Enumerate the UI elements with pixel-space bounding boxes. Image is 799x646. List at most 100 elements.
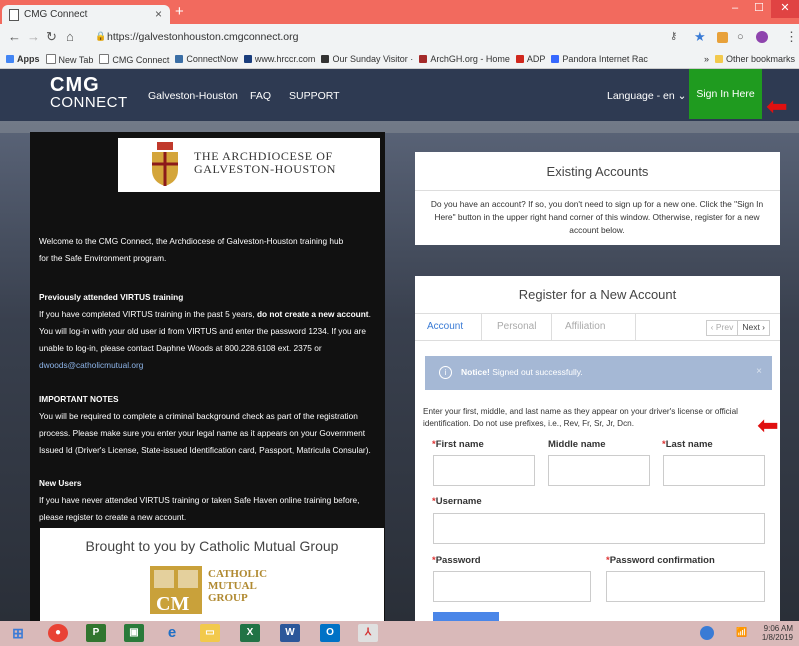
middle-name-input[interactable] bbox=[548, 455, 650, 486]
bookmark-connectnow[interactable]: ConnectNow bbox=[175, 54, 238, 64]
existing-accounts-card: Existing Accounts Do you have an account… bbox=[415, 152, 780, 245]
red-arrow-annotation: ⬅ bbox=[757, 410, 779, 440]
system-clock[interactable]: 9:06 AM 1/8/2019 bbox=[762, 624, 793, 642]
excel-icon[interactable]: X bbox=[240, 624, 260, 642]
adp-icon bbox=[515, 55, 524, 63]
internet-explorer-icon[interactable]: e bbox=[162, 624, 182, 642]
middle-name-label: Middle name bbox=[548, 439, 606, 450]
first-name-input[interactable] bbox=[433, 455, 535, 486]
sponsor-box: Brought to you by Catholic Mutual Group … bbox=[40, 528, 384, 622]
bookmarks-overflow[interactable]: » bbox=[704, 54, 709, 64]
forward-arrow-icon[interactable]: → bbox=[27, 29, 40, 44]
back-arrow-icon[interactable]: ← bbox=[8, 29, 21, 44]
nav-galveston-houston[interactable]: Galveston-Houston bbox=[148, 90, 238, 102]
existing-accounts-title: Existing Accounts bbox=[546, 164, 649, 179]
username-input[interactable] bbox=[433, 513, 765, 544]
new-users-section: New Users If you have never attended VIR… bbox=[39, 478, 360, 522]
bookmark-pandora[interactable]: Pandora Internet Rac bbox=[551, 54, 648, 64]
minimize-icon[interactable]: ‒ bbox=[723, 0, 747, 18]
url-bar[interactable]: 🔒 https://galvestonhouston.cmgconnect.or… bbox=[93, 28, 663, 46]
step-divider bbox=[551, 314, 552, 340]
project-icon[interactable]: P bbox=[86, 624, 106, 642]
password-confirmation-input[interactable] bbox=[606, 571, 765, 602]
step-affiliation[interactable]: Affiliation bbox=[565, 321, 605, 332]
first-name-label: *First name bbox=[432, 439, 484, 450]
profile-avatar[interactable] bbox=[756, 31, 768, 43]
extension-circle-icon[interactable]: ○ bbox=[737, 31, 744, 43]
svg-text:CM: CM bbox=[156, 593, 189, 614]
star-icon[interactable]: ★ bbox=[694, 29, 706, 45]
browser-tab-bar: CMG Connect × + ‒ ☐ ✕ bbox=[0, 0, 799, 24]
acrobat-icon[interactable]: ⅄ bbox=[358, 624, 378, 642]
chrome-icon[interactable]: ● bbox=[48, 624, 68, 642]
language-dropdown[interactable]: Language - en ⌄ bbox=[607, 90, 686, 102]
url-text[interactable]: https://galvestonhouston.cmgconnect.org bbox=[107, 31, 298, 43]
info-panel: THE ARCHDIOCESE OF GALVESTON-HOUSTON Wel… bbox=[30, 132, 385, 622]
register-title: Register for a New Account bbox=[518, 287, 677, 302]
important-notes-section: IMPORTANT NOTES You will be required to … bbox=[39, 394, 371, 455]
bookmark-adp[interactable]: ADP bbox=[515, 54, 545, 64]
cmg-connect-logo[interactable]: CMG CONNECT bbox=[50, 75, 128, 111]
step-personal[interactable]: Personal bbox=[497, 321, 536, 332]
sponsor-title: Brought to you by Catholic Mutual Group bbox=[85, 538, 339, 554]
divider bbox=[415, 190, 780, 191]
sign-in-button[interactable]: Sign In Here bbox=[689, 69, 762, 119]
word-icon[interactable]: W bbox=[280, 624, 300, 642]
step-account[interactable]: Account bbox=[427, 321, 463, 332]
existing-accounts-text: Do you have an account? If so, you don't… bbox=[430, 199, 764, 235]
outlook-icon[interactable]: O bbox=[320, 624, 340, 642]
address-toolbar: ← → ↻ ⌂ 🔒 https://galvestonhouston.cmgco… bbox=[0, 24, 799, 50]
network-icon[interactable]: 📶 bbox=[736, 627, 747, 638]
support-email-link[interactable]: dwoods@catholicmutual.org bbox=[39, 357, 384, 374]
archgh-icon bbox=[419, 55, 428, 63]
last-name-input[interactable] bbox=[663, 455, 765, 486]
section-heading: IMPORTANT NOTES bbox=[39, 394, 119, 404]
bookmark-new-tab[interactable]: New Tab bbox=[45, 53, 93, 65]
browser-tab[interactable]: CMG Connect × bbox=[2, 5, 170, 24]
prev-button[interactable]: ‹ Prev bbox=[707, 321, 738, 335]
bookmark-osv[interactable]: Our Sunday Visitor · bbox=[321, 54, 413, 64]
lock-icon: 🔒 bbox=[95, 31, 107, 41]
help-icon[interactable] bbox=[700, 626, 714, 640]
extension-icon[interactable] bbox=[717, 32, 728, 43]
pandora-icon bbox=[551, 55, 560, 63]
calendar-app-icon[interactable]: ▣ bbox=[124, 624, 144, 642]
archdiocese-name: THE ARCHDIOCESE OF GALVESTON-HOUSTON bbox=[194, 149, 336, 176]
tab-close-icon[interactable]: × bbox=[155, 7, 162, 21]
section-heading: Previously attended VIRTUS training bbox=[39, 292, 184, 302]
nav-support[interactable]: SUPPORT bbox=[289, 90, 340, 102]
archdiocese-logo: THE ARCHDIOCESE OF GALVESTON-HOUSTON bbox=[118, 138, 380, 192]
page-icon bbox=[99, 53, 110, 64]
password-input[interactable] bbox=[433, 571, 591, 602]
step-divider bbox=[481, 314, 482, 340]
hrccr-icon bbox=[243, 55, 252, 63]
new-tab-button[interactable]: + bbox=[175, 3, 184, 20]
page-icon bbox=[9, 9, 19, 21]
home-icon[interactable]: ⌂ bbox=[66, 29, 74, 44]
connectnow-icon bbox=[175, 55, 184, 63]
bookmark-apps[interactable]: Apps bbox=[6, 54, 40, 64]
info-icon: i bbox=[439, 366, 452, 379]
password-confirmation-label: *Password confirmation bbox=[606, 555, 715, 566]
bookmark-cmg-connect[interactable]: CMG Connect bbox=[99, 53, 169, 65]
notice-alert: i Notice! Signed out successfully. × bbox=[425, 356, 772, 390]
key-icon[interactable]: ⚷ bbox=[670, 31, 677, 42]
maximize-icon[interactable]: ☐ bbox=[747, 0, 771, 18]
reload-icon[interactable]: ↻ bbox=[46, 29, 57, 45]
last-name-label: *Last name bbox=[662, 439, 713, 450]
step-divider bbox=[635, 314, 636, 340]
notice-message: Notice! Signed out successfully. bbox=[461, 367, 583, 377]
other-bookmarks[interactable]: Other bookmarks bbox=[714, 54, 795, 64]
menu-dots-icon[interactable]: ⋮ bbox=[785, 29, 798, 45]
bookmark-hrccr[interactable]: www.hrccr.com bbox=[243, 54, 315, 64]
catholic-mutual-wordmark: CATHOLIC MUTUAL GROUP bbox=[208, 568, 268, 604]
file-explorer-icon[interactable]: ▭ bbox=[200, 624, 220, 642]
nav-faq[interactable]: FAQ bbox=[250, 90, 271, 102]
password-label: *Password bbox=[432, 555, 481, 566]
close-window-icon[interactable]: ✕ bbox=[771, 0, 799, 18]
username-label: *Username bbox=[432, 496, 482, 507]
close-icon[interactable]: × bbox=[756, 366, 762, 377]
windows-start-icon[interactable]: ⊞ bbox=[8, 624, 28, 642]
next-button[interactable]: Next › bbox=[737, 321, 769, 335]
bookmark-archgh[interactable]: ArchGH.org - Home bbox=[419, 54, 510, 64]
